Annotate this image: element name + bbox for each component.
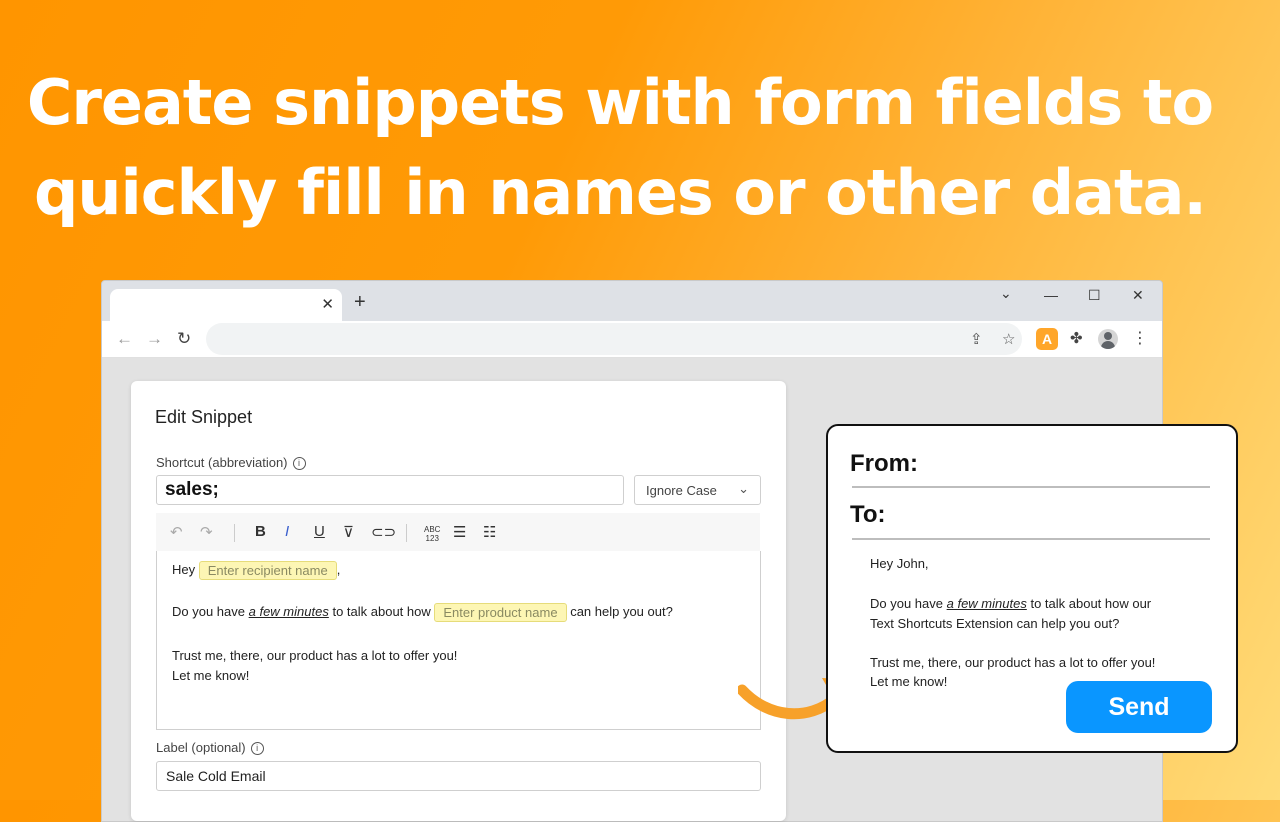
to-label: To: bbox=[850, 501, 886, 528]
question-suffix: can help you out? bbox=[570, 603, 673, 619]
from-label: From: bbox=[850, 450, 918, 477]
share-icon[interactable]: ⇪ bbox=[970, 330, 983, 348]
chevron-down-icon: ⌄ bbox=[738, 481, 749, 496]
preview-line-3: Text Shortcuts Extension can help you ou… bbox=[870, 616, 1120, 631]
editor-toolbar: ↶ ↷ B I U ⊽ ⊂⊃ ABC 123 ☰ ☷ bbox=[156, 513, 760, 551]
label-input[interactable]: Sale Cold Email bbox=[156, 761, 761, 791]
tab-strip: ✕ + ⌄ — ☐ ✕ bbox=[102, 281, 1162, 321]
preview-line-2-suffix: to talk about how our bbox=[1030, 596, 1152, 611]
minimize-icon[interactable]: — bbox=[1044, 287, 1058, 303]
info-icon[interactable]: i bbox=[250, 742, 264, 755]
close-window-icon[interactable]: ✕ bbox=[1132, 287, 1144, 304]
browser-tab[interactable]: ✕ bbox=[110, 289, 342, 321]
shortcut-input[interactable]: sales; bbox=[156, 475, 624, 505]
preview-line-4: Trust me, there, our product has a lot t… bbox=[870, 655, 1156, 670]
link-icon[interactable]: ⊂⊃ bbox=[371, 523, 396, 541]
editor-line-question: Do you have a few minutes to talk about … bbox=[172, 603, 673, 622]
recipient-name-field[interactable]: Enter recipient name bbox=[198, 561, 337, 580]
preview-emphasis: a few minutes bbox=[946, 596, 1027, 611]
info-icon[interactable]: i bbox=[292, 457, 306, 470]
profile-icon[interactable] bbox=[1098, 329, 1118, 349]
new-tab-icon[interactable]: + bbox=[354, 291, 366, 314]
tab-search-icon[interactable]: ⌄ bbox=[1000, 285, 1012, 302]
underline-icon[interactable]: U bbox=[314, 523, 325, 540]
preview-line-2-prefix: Do you have bbox=[870, 596, 943, 611]
forward-icon[interactable]: → bbox=[146, 329, 163, 349]
bold-icon[interactable]: B bbox=[255, 523, 266, 540]
preview-line-5: Let me know! bbox=[870, 674, 948, 689]
text-shortcuts-extension-icon[interactable]: A bbox=[1036, 328, 1058, 350]
puzzle-icon[interactable]: ✤ bbox=[1070, 329, 1083, 347]
highlight-icon[interactable]: ⊽ bbox=[343, 523, 354, 541]
headline-line-1: Create snippets with form fields to bbox=[26, 66, 1214, 139]
editor-line-4: Let me know! bbox=[172, 668, 250, 683]
headline-line-2: quickly fill in names or other data. bbox=[33, 156, 1207, 229]
browser-toolbar: ← → ↻ ⇪ ☆ A ✤ ⋮ bbox=[102, 321, 1162, 358]
numbered-list-icon[interactable]: ☷ bbox=[483, 523, 496, 541]
question-prefix: Do you have bbox=[172, 603, 245, 619]
from-divider bbox=[852, 486, 1210, 488]
case-select-value: Ignore Case bbox=[646, 483, 717, 498]
greeting-comma: , bbox=[336, 561, 341, 577]
preview-line-2: Do you have a few minutes to talk about … bbox=[870, 596, 1151, 611]
case-select[interactable]: Ignore Case ⌄ bbox=[634, 475, 761, 505]
tab-close-icon[interactable]: ✕ bbox=[321, 295, 334, 313]
label-field-label-text: Label (optional) bbox=[156, 740, 246, 755]
back-icon[interactable]: ← bbox=[116, 329, 133, 349]
headline: Create snippets with form fields to quic… bbox=[0, 58, 1240, 238]
menu-icon[interactable]: ⋮ bbox=[1132, 328, 1148, 348]
undo-icon[interactable]: ↶ bbox=[170, 523, 183, 541]
reload-icon[interactable]: ↻ bbox=[177, 329, 191, 349]
shortcut-label-text: Shortcut (abbreviation) bbox=[156, 455, 288, 470]
spellcheck-icon[interactable]: ABC 123 bbox=[424, 525, 440, 543]
bulleted-list-icon[interactable]: ☰ bbox=[453, 523, 466, 541]
redo-icon[interactable]: ↷ bbox=[200, 523, 213, 541]
email-preview-card: From: To: Hey John, Do you have a few mi… bbox=[826, 424, 1238, 753]
label-field-label: Label (optional) i bbox=[156, 740, 264, 755]
product-name-field[interactable]: Enter product name bbox=[434, 603, 567, 622]
star-icon[interactable]: ☆ bbox=[1002, 330, 1015, 348]
card-title: Edit Snippet bbox=[155, 407, 253, 427]
toolbar-divider bbox=[406, 524, 407, 542]
italic-icon[interactable]: I bbox=[285, 523, 289, 540]
question-middle: to talk about how bbox=[332, 603, 431, 619]
editor-line-greeting: Hey Enter recipient name, bbox=[172, 561, 340, 580]
shortcut-label: Shortcut (abbreviation) i bbox=[156, 455, 306, 470]
question-emphasis: a few minutes bbox=[248, 603, 329, 619]
greeting-text: Hey bbox=[172, 561, 196, 577]
preview-greeting: Hey John, bbox=[870, 556, 929, 571]
send-button[interactable]: Send bbox=[1066, 681, 1212, 733]
maximize-icon[interactable]: ☐ bbox=[1088, 287, 1101, 304]
toolbar-divider bbox=[234, 524, 235, 542]
to-divider bbox=[852, 538, 1210, 540]
snippet-body-editor[interactable]: Hey Enter recipient name, Do you have a … bbox=[156, 551, 761, 730]
editor-line-3: Trust me, there, our product has a lot t… bbox=[172, 648, 458, 663]
edit-snippet-card: Edit Snippet Shortcut (abbreviation) i sa… bbox=[131, 381, 786, 821]
address-bar[interactable]: ⇪ ☆ bbox=[206, 323, 1022, 355]
